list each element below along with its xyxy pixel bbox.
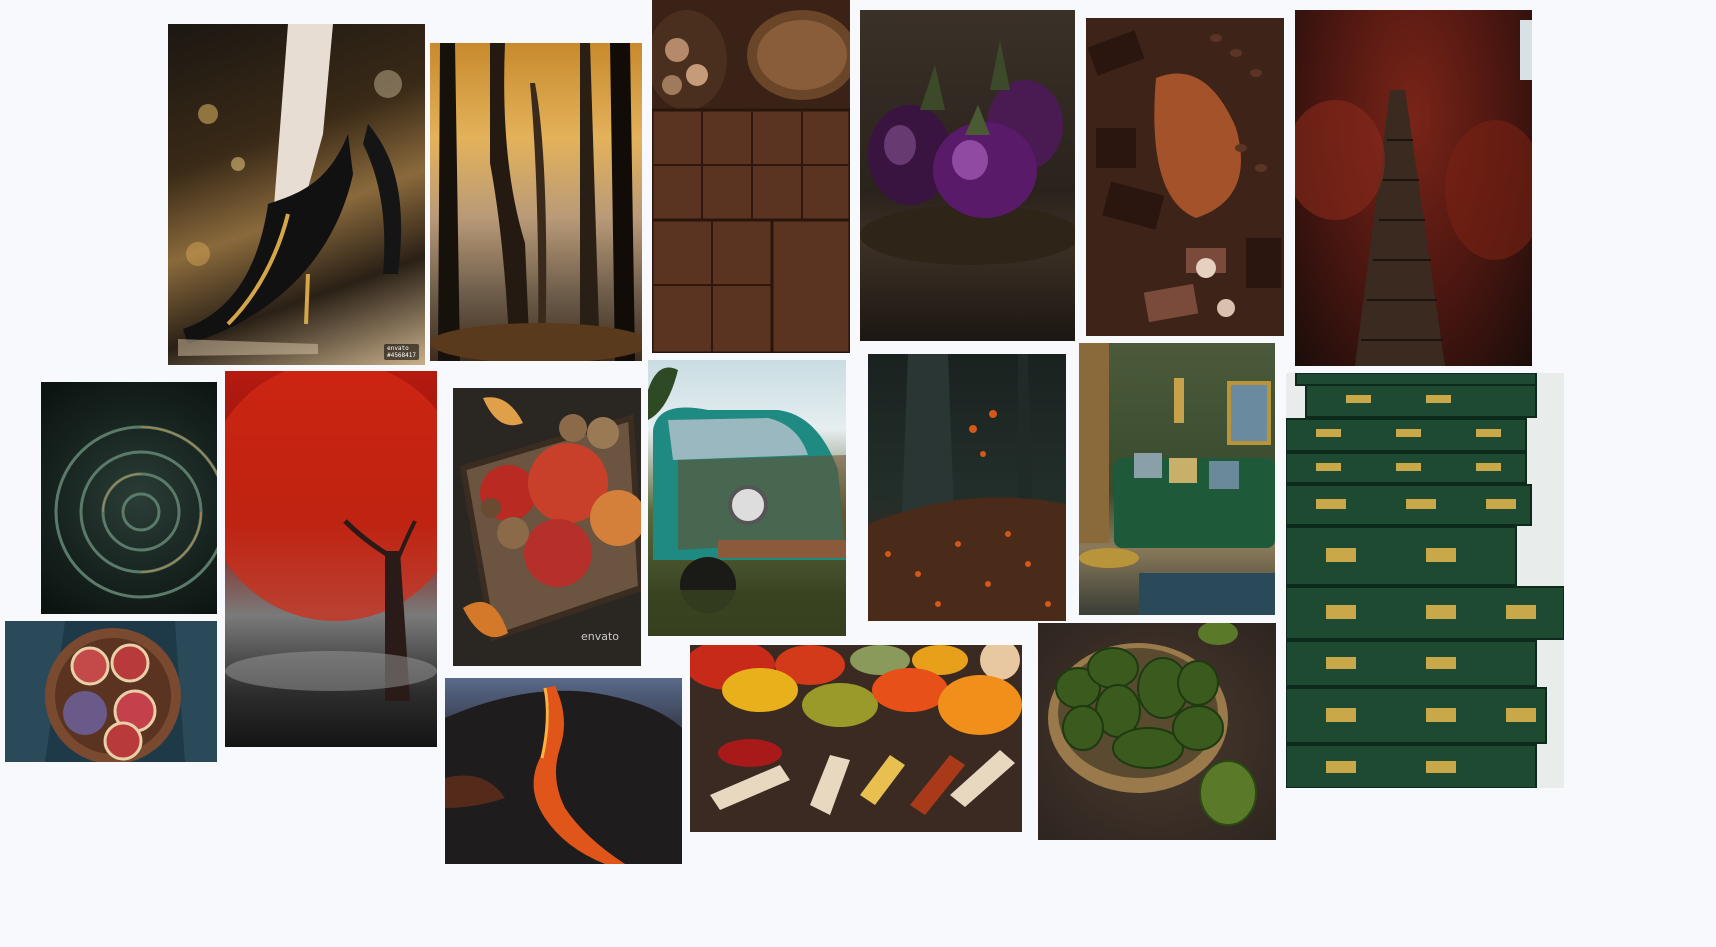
tile-spices xyxy=(690,645,1022,832)
tile-dark-forest xyxy=(868,354,1066,621)
tile-lava xyxy=(445,678,682,864)
tile-red-forest-path xyxy=(1295,10,1532,366)
red-tree-illustration xyxy=(225,371,437,701)
heels-illustration xyxy=(178,24,402,356)
tile-green-living-room xyxy=(1079,343,1275,615)
spiral-illustration xyxy=(54,425,217,599)
apples-illustration xyxy=(459,397,641,642)
figs-illustration xyxy=(5,621,217,762)
envato-badge: envato #4568417 xyxy=(384,344,419,360)
tile-rusty-car xyxy=(648,360,846,636)
envato-watermark: envato xyxy=(581,630,620,643)
car-illustration xyxy=(648,367,846,636)
tile-figs xyxy=(5,621,217,762)
living-room-illustration xyxy=(1079,343,1275,615)
stairway-illustration xyxy=(1295,20,1532,366)
tile-chocolate-cocoa xyxy=(652,0,850,353)
tile-green-books xyxy=(1286,373,1564,788)
chocolate-illustration xyxy=(652,10,850,353)
tile-avocados xyxy=(1038,623,1276,840)
chocolate-spread-illustration xyxy=(1087,30,1281,323)
tile-golden-heels: envato #4568417 xyxy=(168,24,425,365)
eggplants-illustration xyxy=(860,40,1075,265)
forest-trees xyxy=(430,43,642,361)
tile-apples-nuts: envato xyxy=(453,388,641,666)
books-illustration xyxy=(1286,373,1564,788)
lava-illustration xyxy=(445,686,682,864)
tile-red-tree xyxy=(225,371,437,747)
tile-chocolate-spread xyxy=(1086,18,1284,336)
dark-forest-illustration xyxy=(868,354,1066,621)
tile-spiral-staircase xyxy=(41,382,217,614)
avocados-illustration xyxy=(1048,623,1257,826)
tile-eggplants xyxy=(860,10,1075,341)
spices-illustration xyxy=(690,645,1022,815)
tile-autumn-forest xyxy=(430,43,642,361)
